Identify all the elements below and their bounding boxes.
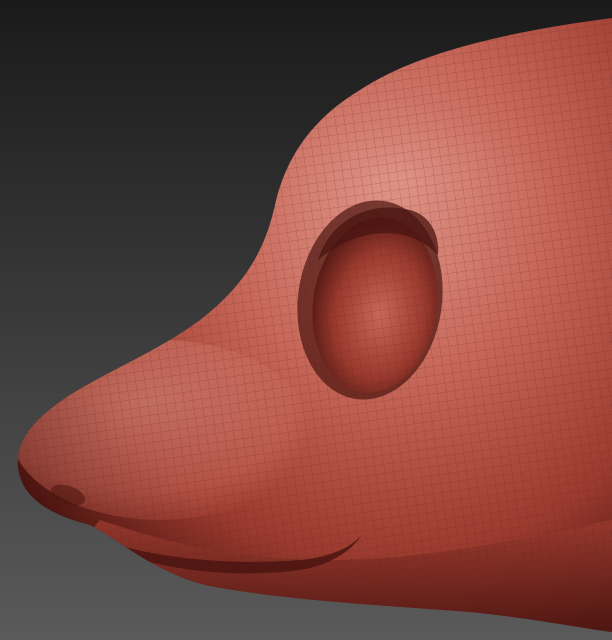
- sculpt-viewport[interactable]: [0, 0, 612, 640]
- sculpt-canvas[interactable]: [0, 0, 612, 640]
